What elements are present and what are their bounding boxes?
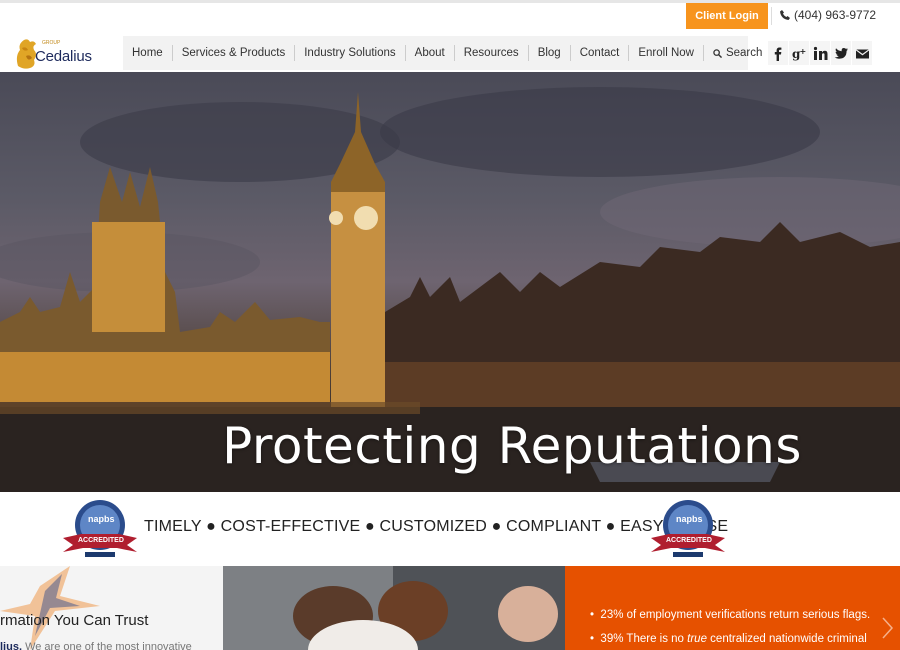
- divider: [771, 7, 772, 25]
- nav-blog[interactable]: Blog: [529, 45, 571, 61]
- nav-about[interactable]: About: [406, 45, 455, 61]
- badge-label: napbs: [88, 514, 115, 524]
- features-tagline: TIMELY ● COST-EFFECTIVE ● CUSTOMIZED ● C…: [144, 518, 729, 535]
- nav-home[interactable]: Home: [123, 45, 173, 61]
- google-plus-icon[interactable]: g +: [789, 41, 810, 65]
- stat-bullet-2-pre: 39% There is no: [600, 633, 688, 645]
- top-bar: Client Login (404) 963-9772: [0, 3, 900, 35]
- team-photo-panel: [223, 566, 565, 650]
- trust-subtext-body: We are one of the most innovative: [22, 641, 192, 650]
- badge-ribbon-label: ACCREDITED: [78, 537, 124, 544]
- stat-bullet-2-post: centralized nationwide criminal: [706, 633, 867, 645]
- mail-icon[interactable]: [852, 41, 873, 65]
- phone-number[interactable]: (404) 963-9772: [780, 8, 876, 22]
- nav-services-products[interactable]: Services & Products: [173, 45, 296, 61]
- svg-text:+: +: [799, 47, 806, 56]
- trust-subtext-brand: lius.: [0, 641, 23, 650]
- stat-bullet-1: • 23% of employment verifications return…: [590, 609, 871, 621]
- social-links: g +: [768, 41, 873, 65]
- linkedin-icon[interactable]: [810, 41, 831, 65]
- client-login-button[interactable]: Client Login: [686, 3, 768, 29]
- search-icon: [713, 48, 722, 58]
- facebook-icon[interactable]: [768, 41, 789, 65]
- team-photo-image: [223, 566, 565, 650]
- badge-label: napbs: [676, 514, 703, 524]
- nav-resources[interactable]: Resources: [455, 45, 529, 61]
- trust-panel: rmation You Can Trust lius. We are one o…: [0, 566, 223, 650]
- stat-bullet-2: • 39% There is no true centralized natio…: [590, 633, 867, 645]
- stat-bullet-2-em: true: [687, 633, 707, 645]
- hero-banner: Protecting Reputations: [0, 72, 900, 492]
- stat-bullet-1-text: 23% of employment verifications return s…: [600, 609, 871, 621]
- nav-search-label: Search: [725, 47, 763, 59]
- hero-title: Protecting Reputations: [222, 417, 802, 475]
- napbs-accredited-badge-right: napbs ACCREDITED: [649, 498, 727, 558]
- cedalius-logo[interactable]: GROUP Cedalius: [12, 36, 102, 72]
- main-navigation: Home Services & Products Industry Soluti…: [123, 36, 762, 70]
- nav-search[interactable]: Search: [704, 45, 771, 61]
- star-burst-graphic: [0, 566, 100, 650]
- phone-icon: [780, 10, 790, 20]
- twitter-icon[interactable]: [831, 41, 852, 65]
- phone-text: (404) 963-9772: [794, 8, 877, 22]
- nav-contact[interactable]: Contact: [571, 45, 630, 61]
- trust-heading: rmation You Can Trust: [0, 612, 149, 629]
- napbs-badge-icon: [63, 500, 137, 557]
- napbs-badge-icon: [651, 500, 725, 557]
- features-band: napbs ACCREDITED TIMELY ● COST-EFFECTIVE…: [0, 492, 900, 566]
- stats-panel: • 23% of employment verifications return…: [565, 566, 900, 650]
- logo-subtext: GROUP: [42, 40, 61, 46]
- nav-industry-solutions[interactable]: Industry Solutions: [295, 45, 406, 61]
- napbs-accredited-badge-left: napbs ACCREDITED: [61, 498, 139, 558]
- feature-panels: rmation You Can Trust lius. We are one o…: [0, 566, 900, 650]
- next-slide-chevron-icon[interactable]: [880, 616, 894, 640]
- nav-enroll-now[interactable]: Enroll Now: [629, 45, 704, 61]
- trust-subtext: lius. We are one of the most innovative: [0, 641, 192, 650]
- logo-wordmark: Cedalius: [35, 48, 92, 65]
- badge-ribbon-label: ACCREDITED: [666, 537, 712, 544]
